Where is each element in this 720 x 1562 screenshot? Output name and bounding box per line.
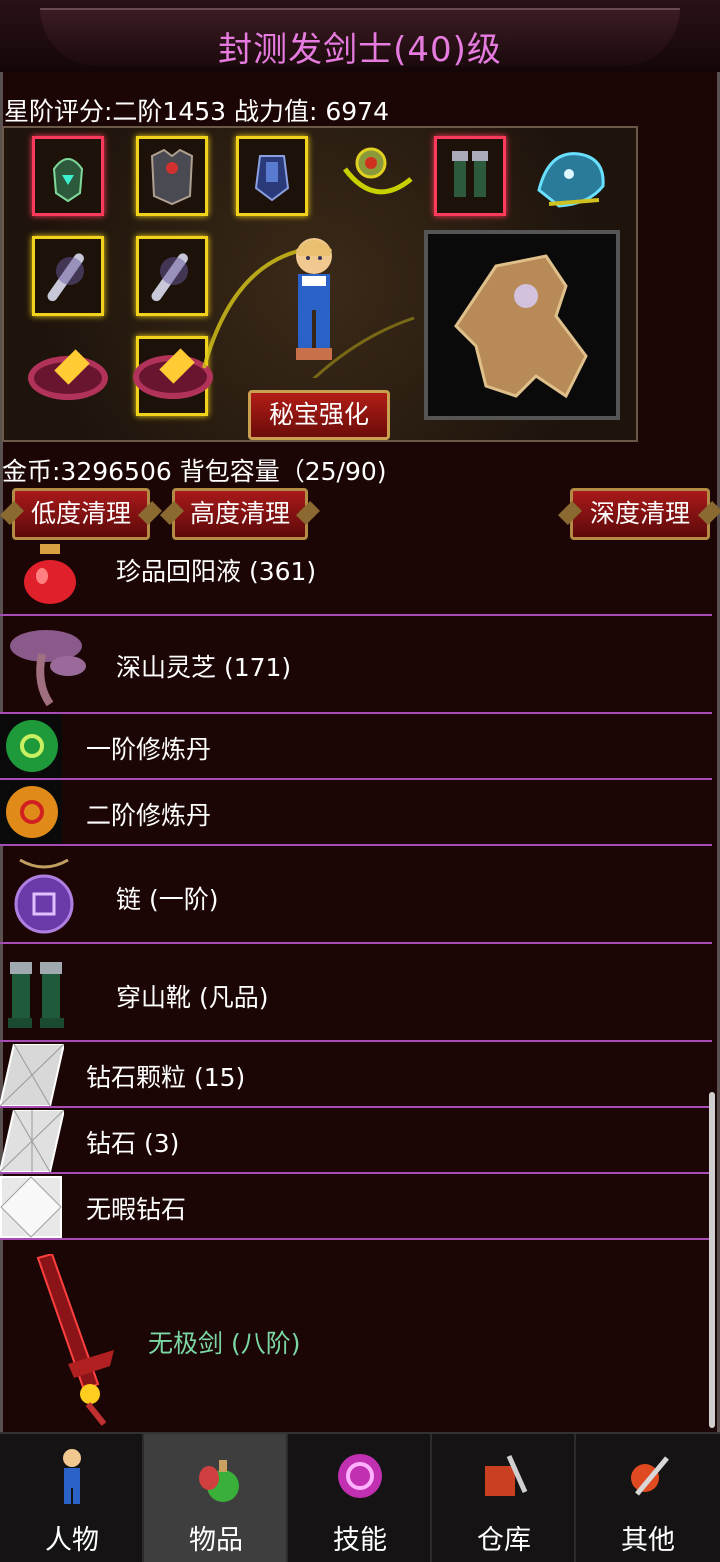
item-name: 无暇钻石: [86, 1195, 187, 1224]
green-pill-icon: [6, 720, 58, 772]
purple-chain-icon: [14, 858, 74, 934]
necklace-slot[interactable]: [332, 134, 418, 224]
page-title: 封测发剑士(40)级: [218, 30, 502, 70]
diamond-particle-icon: [0, 1044, 64, 1106]
armor-icon: [150, 148, 194, 206]
gauntlet-icon: [254, 155, 290, 202]
list-item[interactable]: 二阶修炼丹: [0, 780, 712, 846]
item-name: 链 (一阶): [116, 885, 219, 914]
flawless-diamond-icon: [0, 1176, 62, 1238]
tab-warehouse[interactable]: 仓库: [432, 1434, 576, 1562]
list-item[interactable]: 深山灵芝 (171): [0, 616, 712, 714]
treasure-enhance-button[interactable]: 秘宝强化: [248, 390, 390, 440]
helmet-slot[interactable]: [32, 136, 104, 216]
list-item[interactable]: 珍品回阳液 (361): [0, 542, 712, 616]
scrollbar[interactable]: [709, 1092, 715, 1428]
hero-figure: [296, 238, 332, 360]
high-clean-button[interactable]: 高度清理: [172, 488, 308, 540]
helmet-icon: [52, 158, 84, 203]
sword-icon: [151, 253, 188, 302]
gauntlet-slot[interactable]: [236, 136, 308, 216]
title-bar: 封测发剑士(40)级: [0, 0, 720, 72]
tab-skills[interactable]: 技能: [288, 1434, 432, 1562]
item-name: 无极剑 (八阶): [148, 1329, 301, 1358]
sword-left-slot[interactable]: [32, 236, 104, 316]
rock-golem-icon: [454, 254, 588, 399]
item-name: 钻石颗粒 (15): [86, 1063, 246, 1092]
item-icon-bg: [0, 780, 62, 844]
list-item[interactable]: 无暇钻石: [0, 1174, 712, 1240]
list-item[interactable]: 一阶修炼丹: [0, 714, 712, 780]
list-item[interactable]: 钻石颗粒 (15): [0, 1042, 712, 1108]
item-name: 穿山靴 (凡品): [116, 983, 269, 1012]
orange-pill-icon: [6, 786, 58, 838]
warehouse-icon: [485, 1454, 528, 1496]
list-item[interactable]: 链 (一阶): [0, 846, 712, 944]
gold-capacity-text: 金币:3296506 背包容量（25/90): [2, 457, 387, 486]
item-icon-bg: [0, 714, 62, 778]
item-name: 二阶修炼丹: [86, 801, 212, 830]
tab-items[interactable]: 物品: [144, 1434, 288, 1562]
greaves-icon: [452, 151, 488, 197]
beast-icon: [537, 152, 605, 208]
diamond-icon: [0, 1110, 64, 1172]
character-icon: [63, 1449, 81, 1504]
item-name: 珍品回阳液 (361): [116, 557, 317, 586]
low-clean-button[interactable]: 低度清理: [12, 488, 150, 540]
list-item[interactable]: 钻石 (3): [0, 1108, 712, 1174]
rating-text: 星阶评分:二阶1453 战力值: 6974: [4, 97, 389, 126]
other-icon: [631, 1456, 669, 1496]
boots-icon: [8, 962, 64, 1028]
greaves-slot[interactable]: [434, 136, 506, 216]
tab-label: 技能: [333, 1525, 387, 1556]
tab-label: 人物: [45, 1525, 99, 1556]
mushroom-icon: [10, 630, 86, 707]
item-name: 一阶修炼丹: [86, 735, 212, 764]
red-potion-icon: [24, 544, 76, 604]
tab-label: 其他: [621, 1525, 675, 1556]
necklace-icon: [343, 147, 413, 195]
bottom-tab-bar: 人物 物品 技能 仓库 其他: [0, 1432, 720, 1562]
deep-clean-button[interactable]: 深度清理: [570, 488, 710, 540]
sword-icon: [47, 253, 84, 302]
red-sword-icon: [36, 1254, 114, 1426]
item-name: 深山灵芝 (171): [116, 653, 292, 682]
items-icon: [199, 1460, 239, 1502]
ring-left-slot[interactable]: [28, 356, 108, 400]
armor-slot[interactable]: [136, 136, 208, 216]
tab-label: 仓库: [477, 1525, 531, 1556]
pet-portrait[interactable]: [424, 230, 620, 420]
skills-icon: [338, 1454, 382, 1498]
pet-beast-slot[interactable]: [526, 136, 616, 220]
tab-character[interactable]: 人物: [0, 1434, 144, 1562]
tab-label: 物品: [189, 1525, 243, 1556]
tab-other[interactable]: 其他: [576, 1434, 720, 1562]
item-name: 钻石 (3): [86, 1129, 180, 1158]
list-item[interactable]: 穿山靴 (凡品): [0, 944, 712, 1042]
list-item[interactable]: 无极剑 (八阶): [0, 1240, 712, 1432]
